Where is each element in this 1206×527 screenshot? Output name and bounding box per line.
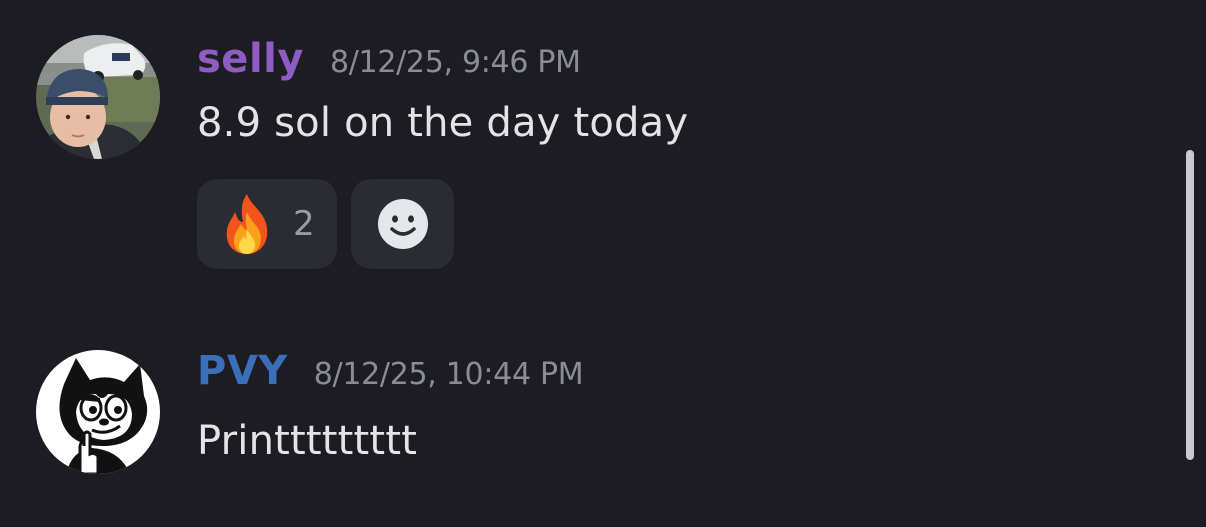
avatar-image <box>36 350 160 474</box>
message-item: selly 8/12/25, 9:46 PM 8.9 sol on the da… <box>0 0 1160 300</box>
cartoon-cat-avatar-icon[interactable] <box>36 350 160 474</box>
avatar-image <box>36 35 160 159</box>
username[interactable]: selly <box>197 36 304 82</box>
message-text: 8.9 sol on the day today <box>197 100 689 146</box>
timestamp: 8/12/25, 9:46 PM <box>329 45 581 80</box>
scrollbar[interactable] <box>1186 150 1194 460</box>
message-text: Printtttttttt <box>197 418 418 464</box>
timestamp: 8/12/25, 10:44 PM <box>313 357 584 392</box>
reaction-bar: 2 <box>197 179 454 269</box>
username[interactable]: PVY <box>197 348 288 394</box>
fire-emoji-icon <box>226 194 268 254</box>
chat-messages: selly 8/12/25, 9:46 PM 8.9 sol on the da… <box>0 0 1206 527</box>
smiley-face-icon <box>377 199 428 249</box>
reaction-count: 2 <box>293 204 315 244</box>
fire-reaction-button[interactable]: 2 <box>197 179 337 269</box>
add-reaction-button[interactable] <box>351 179 454 269</box>
message-item: PVY 8/12/25, 10:44 PM Printtttttttt <box>0 330 1160 490</box>
user-avatar-photo-icon[interactable] <box>36 35 160 159</box>
message-header: selly 8/12/25, 9:46 PM <box>197 36 581 82</box>
message-header: PVY 8/12/25, 10:44 PM <box>197 348 584 394</box>
